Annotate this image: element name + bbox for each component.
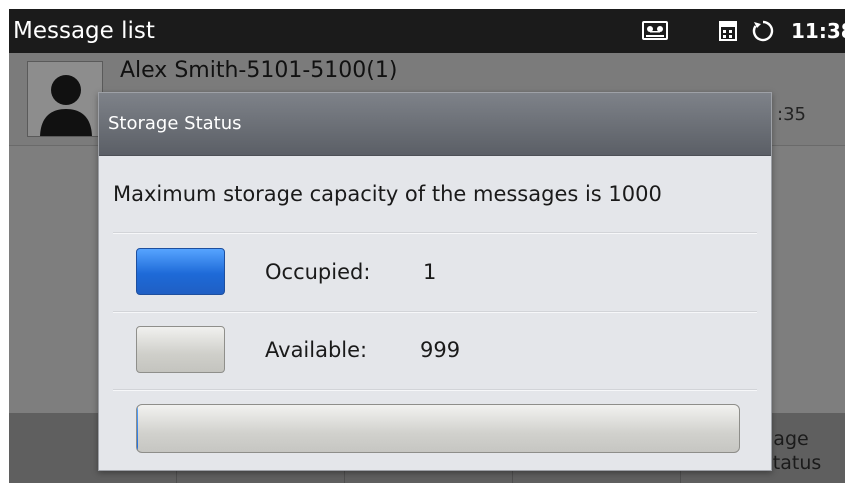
divider (113, 232, 757, 234)
screen: Message list 11:38 (0, 0, 845, 483)
avatar (27, 61, 103, 137)
contact-name: Alex Smith-5101-5100(1) (120, 58, 398, 83)
person-icon (40, 75, 92, 136)
divider (113, 311, 757, 313)
occupied-label: Occupied: (265, 260, 371, 284)
available-value: 999 (420, 338, 461, 362)
sync-icon (752, 20, 774, 42)
status-bar: Message list 11:38 (9, 9, 845, 53)
capacity-message: Maximum storage capacity of the messages… (113, 182, 662, 206)
storage-usage-fill (137, 405, 138, 452)
storage-status-dialog: Storage Status Maximum storage capacity … (98, 92, 772, 471)
clock-time: 11:38 (791, 19, 845, 43)
message-time: :35 (777, 104, 806, 125)
occupied-value: 1 (423, 260, 437, 284)
calendar-icon (719, 21, 737, 41)
screen-title: Message list (13, 18, 155, 44)
available-color-swatch (136, 326, 225, 373)
storage-usage-bar (136, 404, 740, 453)
divider (113, 389, 757, 391)
voicemail-icon (642, 21, 668, 40)
dialog-titlebar: Storage Status (99, 93, 771, 156)
dialog-title: Storage Status (108, 113, 242, 134)
available-label: Available: (265, 338, 368, 362)
occupied-color-swatch (136, 248, 225, 295)
